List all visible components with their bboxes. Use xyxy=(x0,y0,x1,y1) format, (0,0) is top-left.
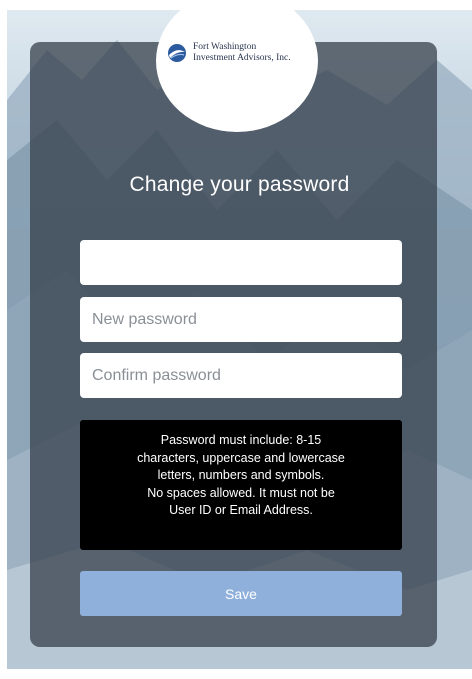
confirm-password-input[interactable] xyxy=(80,353,402,398)
password-requirements-box: Password must include: 8-15 characters, … xyxy=(80,420,402,550)
page-title: Change your password xyxy=(129,173,350,196)
company-name: Fort Washington Investment Advisors, Inc… xyxy=(193,42,291,64)
globe-swoosh-icon xyxy=(168,44,186,62)
company-logo: Fort Washington Investment Advisors, Inc… xyxy=(167,38,317,68)
requirements-line-4: No spaces allowed. It must not be xyxy=(147,485,335,500)
requirements-line-3: letters, numbers and symbols. xyxy=(157,468,325,482)
current-password-input[interactable] xyxy=(80,240,402,285)
new-password-input[interactable] xyxy=(80,297,402,342)
requirements-line-5: User ID or Email Address. xyxy=(169,503,313,517)
save-button[interactable]: Save xyxy=(80,571,402,616)
change-password-card xyxy=(30,42,437,647)
requirements-line-2: characters, uppercase and lowercase xyxy=(137,450,345,465)
company-name-line2: Investment Advisors, Inc. xyxy=(193,53,291,63)
requirements-line-1: Password must include: 8-15 xyxy=(160,433,322,447)
company-name-line1: Fort Washington xyxy=(193,42,257,52)
